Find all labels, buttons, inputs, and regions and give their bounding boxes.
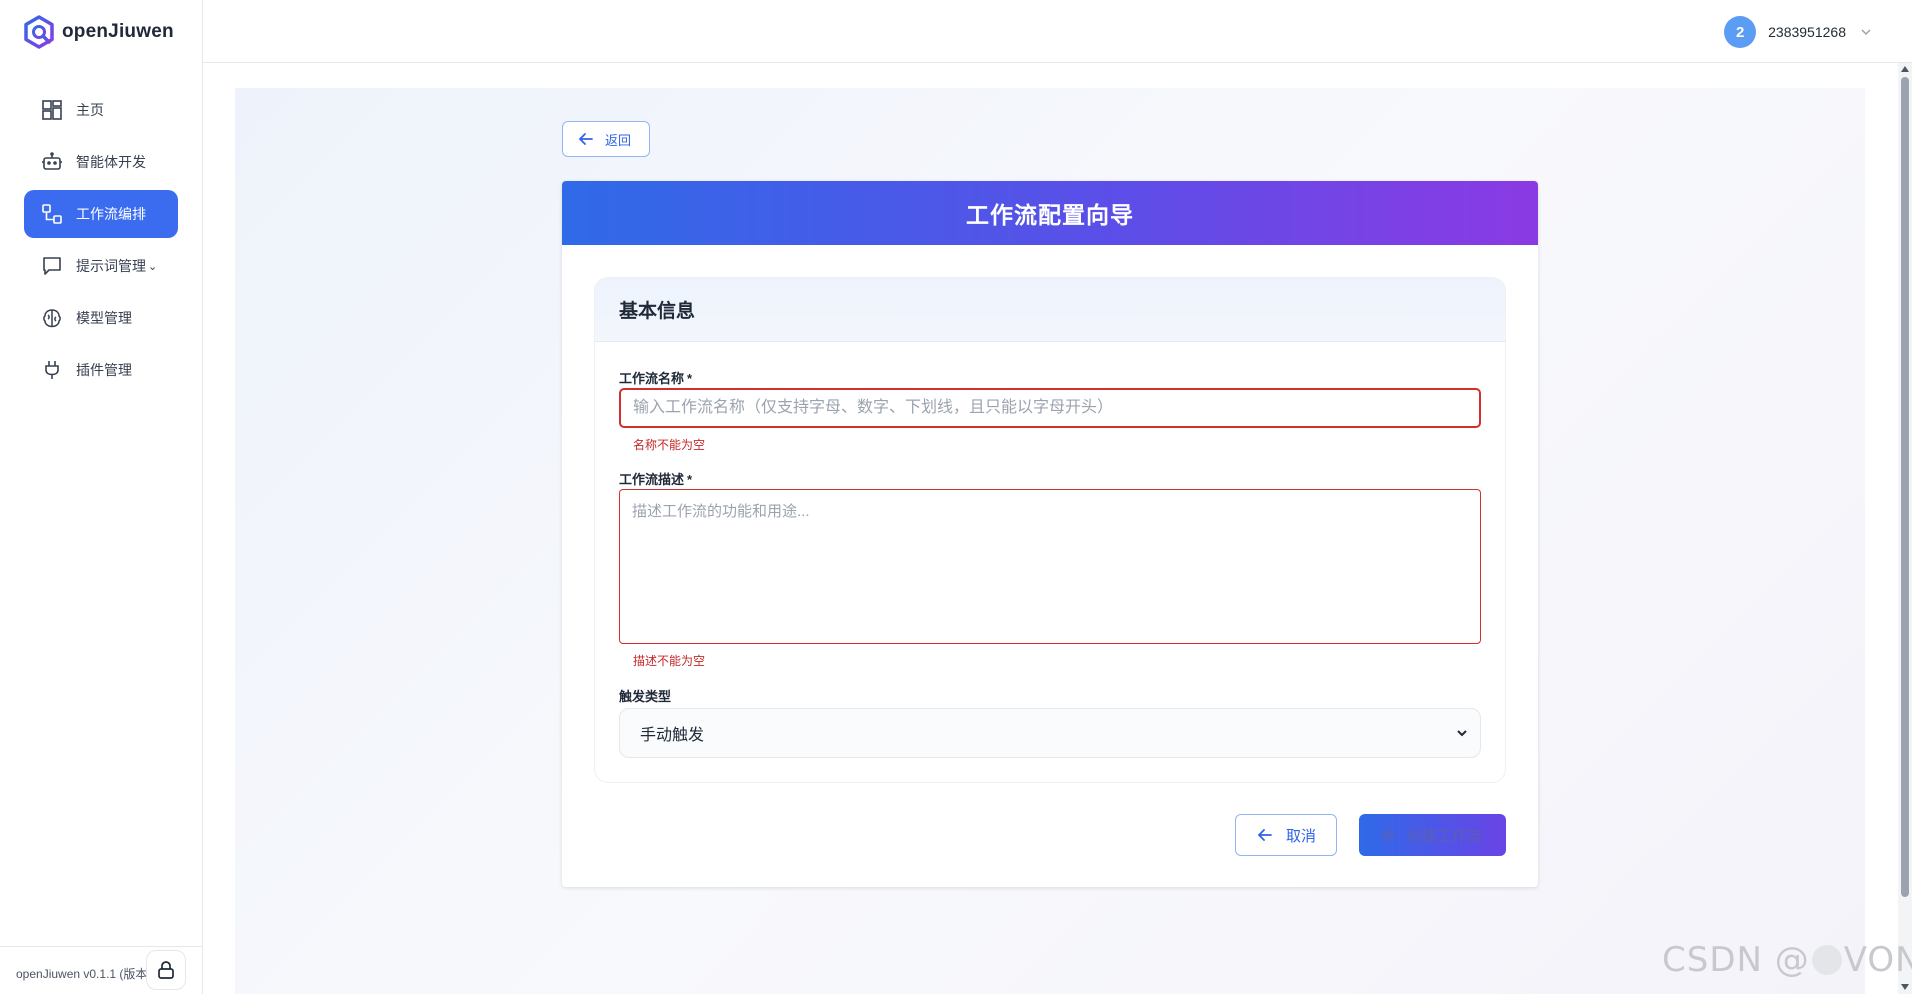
sidebar: openJiuwen 主页 智能体开发 工作流编排 提示词管理 ⌄ 模型管理 插… — [0, 0, 203, 994]
dashboard-icon — [42, 100, 62, 120]
trigger-type-label: 触发类型 — [619, 689, 672, 704]
scroll-up-arrow-icon[interactable] — [1901, 66, 1909, 72]
sidebar-item-workflow[interactable]: 工作流编排 — [24, 190, 178, 238]
plug-icon — [45, 361, 59, 379]
top-header: 2 2383951268 — [203, 0, 1912, 63]
sidebar-item-label: 模型管理 — [76, 310, 132, 326]
workflow-name-input[interactable] — [619, 388, 1481, 428]
sidebar-item-label: 插件管理 — [76, 362, 132, 378]
create-button-label: 创建工作流 — [1407, 827, 1483, 845]
sidebar-item-label: 提示词管理 — [76, 258, 146, 274]
back-button-label: 返回 — [605, 132, 632, 148]
app-logo[interactable]: openJiuwen — [22, 14, 174, 50]
sidebar-item-label: 主页 — [76, 102, 104, 118]
page-title: 工作流配置向导 — [562, 181, 1538, 245]
sidebar-item-plugins[interactable]: 插件管理 — [24, 346, 178, 394]
user-menu[interactable]: 2 2383951268 — [1724, 16, 1872, 48]
plus-icon — [1380, 827, 1396, 843]
create-workflow-button[interactable]: 创建工作流 — [1359, 814, 1506, 856]
watermark-avatar-icon — [1811, 945, 1842, 975]
arrow-left-icon — [1257, 829, 1272, 841]
trigger-type-value: 手动触发 — [640, 727, 705, 744]
sidebar-item-agent-dev[interactable]: 智能体开发 — [24, 138, 178, 186]
cancel-button[interactable]: 取消 — [1235, 814, 1337, 856]
sidebar-nav: 主页 智能体开发 工作流编排 提示词管理 ⌄ 模型管理 插件管理 — [24, 86, 178, 398]
avatar: 2 — [1724, 16, 1757, 48]
section-title: 基本信息 — [595, 278, 1505, 342]
scrollbar-thumb[interactable] — [1901, 77, 1909, 897]
lock-sidebar-button[interactable] — [146, 950, 186, 990]
back-button[interactable]: 返回 — [562, 121, 650, 157]
field-label-text: 工作流名称 — [619, 371, 685, 386]
brain-icon — [43, 309, 61, 328]
cancel-button-label: 取消 — [1286, 827, 1317, 845]
app-name: openJiuwen — [62, 21, 174, 42]
message-icon — [43, 257, 61, 275]
sidebar-footer: openJiuwen v0.1.1 (版本) — [0, 946, 203, 994]
sidebar-item-models[interactable]: 模型管理 — [24, 294, 178, 342]
trigger-type-select[interactable]: 手动触发 — [619, 708, 1481, 758]
sidebar-item-prompts[interactable]: 提示词管理 ⌄ — [24, 242, 178, 290]
sidebar-item-home[interactable]: 主页 — [24, 86, 178, 134]
watermark-suffix: VON — [1843, 940, 1912, 980]
watermark-prefix: CSDN @ — [1662, 940, 1810, 980]
arrow-left-icon — [578, 133, 593, 145]
page-scrollbar[interactable] — [1898, 63, 1912, 994]
basic-info-section: 基本信息 工作流名称* 名称不能为空 工作流描述* 描述不能为空 触发类型 手动… — [594, 277, 1506, 783]
username: 2383951268 — [1768, 24, 1846, 40]
lock-icon — [158, 961, 174, 979]
chevron-down-icon — [1457, 730, 1467, 737]
chevron-down-icon: ⌄ — [148, 260, 158, 273]
sidebar-item-label: 智能体开发 — [76, 154, 146, 170]
workflow-desc-label: 工作流描述 * — [619, 469, 692, 488]
desc-error-text: 描述不能为空 — [633, 654, 706, 668]
workflow-desc-textarea[interactable] — [619, 489, 1481, 644]
app-version: openJiuwen v0.1.1 (版本) — [16, 967, 152, 981]
name-error-text: 名称不能为空 — [633, 438, 706, 452]
required-mark: * — [687, 472, 693, 487]
chevron-down-icon — [1861, 29, 1871, 36]
scroll-down-arrow-icon[interactable] — [1901, 984, 1909, 990]
wizard-card: 工作流配置向导 基本信息 工作流名称* 名称不能为空 工作流描述* 描述不能为空… — [562, 181, 1538, 887]
logo-icon — [24, 15, 54, 49]
required-mark: * — [687, 371, 693, 386]
sidebar-item-label: 工作流编排 — [76, 206, 146, 222]
field-label-text: 工作流描述 — [619, 472, 685, 487]
workflow-name-label: 工作流名称 * — [619, 368, 692, 387]
robot-icon — [42, 152, 62, 170]
workflow-icon — [42, 204, 62, 224]
watermark: CSDN @ VON — [1662, 940, 1912, 980]
